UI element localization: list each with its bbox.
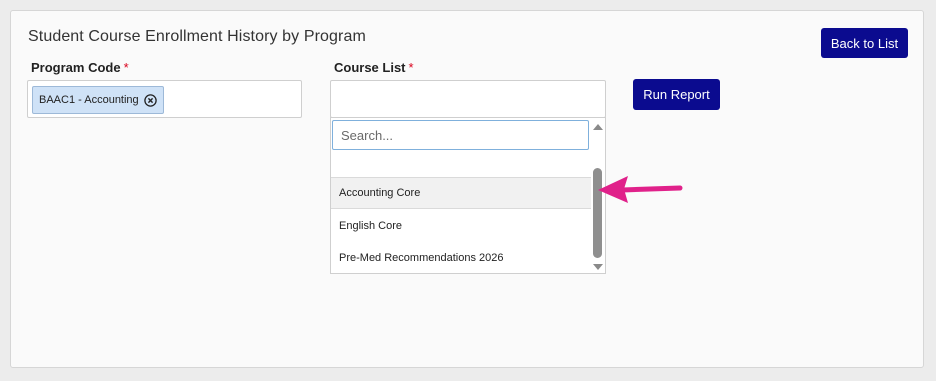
scroll-up-icon[interactable] [593, 124, 603, 130]
course-list-select[interactable] [330, 80, 606, 118]
course-option-pre-med[interactable]: Pre-Med Recommendations 2026 [331, 242, 591, 273]
course-option-accounting-core[interactable]: Accounting Core [331, 177, 591, 209]
selected-program-chip: BAAC1 - Accounting [32, 86, 164, 114]
back-to-list-button[interactable]: Back to List [821, 28, 908, 58]
annotation-arrow-icon [598, 176, 683, 203]
run-report-button[interactable]: Run Report [633, 79, 720, 110]
course-list-label: Course List * [334, 60, 414, 75]
required-marker: * [408, 60, 414, 75]
required-marker: * [123, 60, 129, 75]
program-code-label-text: Program Code [31, 60, 121, 75]
course-list-label-text: Course List [334, 60, 406, 75]
program-code-label: Program Code * [31, 60, 129, 75]
course-search-input[interactable] [332, 120, 589, 150]
chip-label: BAAC1 - Accounting [39, 94, 139, 106]
course-list-dropdown: Accounting Core English Core Pre-Med Rec… [330, 117, 606, 274]
page-title: Student Course Enrollment History by Pro… [28, 28, 366, 45]
scroll-down-icon[interactable] [593, 264, 603, 270]
remove-chip-icon[interactable] [143, 93, 157, 107]
program-code-field[interactable]: BAAC1 - Accounting [27, 80, 302, 118]
course-option-english-core[interactable]: English Core [331, 210, 591, 242]
